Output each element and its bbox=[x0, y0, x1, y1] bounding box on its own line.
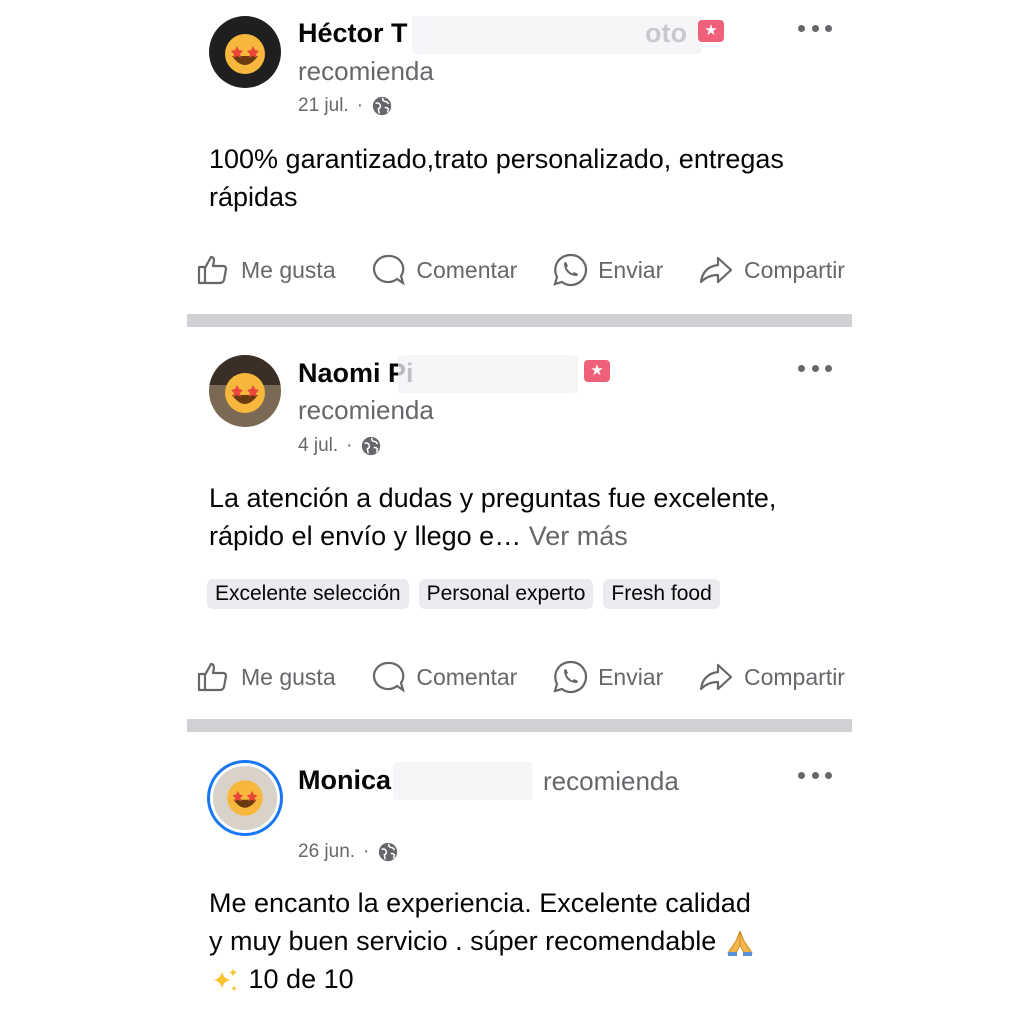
review-text-line-body: 10 de 10 bbox=[248, 964, 354, 994]
more-options-icon[interactable] bbox=[798, 362, 832, 374]
review-text-line: 10 de 10 bbox=[209, 960, 829, 998]
comment-label: Comentar bbox=[416, 663, 518, 690]
send-button[interactable]: Enviar bbox=[552, 659, 663, 695]
review-text-line: y muy buen servicio . súper recomendable bbox=[209, 922, 829, 960]
author-name[interactable]: Monica bbox=[298, 765, 391, 796]
tag-chip[interactable]: Personal experto bbox=[418, 579, 594, 609]
author-name[interactable]: Naomi Pi bbox=[298, 358, 414, 389]
review-post: Naomi Pi ★ recomienda 4 jul. · La atenci… bbox=[187, 327, 852, 719]
author-name-suffix[interactable]: oto bbox=[645, 18, 687, 49]
comment-label: Comentar bbox=[416, 256, 518, 283]
comment-bubble-icon bbox=[373, 254, 406, 286]
author-name[interactable]: Héctor T bbox=[298, 18, 408, 49]
share-button[interactable]: Compartir bbox=[698, 252, 845, 288]
recommends-label: recomienda bbox=[298, 395, 434, 425]
review-text: 100% garantizado,trato personalizado, en… bbox=[209, 144, 784, 212]
share-label: Compartir bbox=[744, 256, 845, 283]
share-label: Compartir bbox=[744, 663, 845, 690]
send-button[interactable]: Enviar bbox=[552, 252, 663, 288]
recommend-star-badge-icon: ★ bbox=[698, 20, 724, 42]
sparkles-emoji bbox=[213, 967, 237, 992]
tag-list: Excelente selección Personal experto Fre… bbox=[207, 579, 720, 609]
like-button[interactable]: Me gusta bbox=[195, 252, 336, 288]
whatsapp-icon bbox=[553, 253, 588, 287]
send-label: Enviar bbox=[598, 256, 664, 283]
comment-button[interactable]: Comentar bbox=[370, 252, 517, 288]
globe-icon bbox=[379, 842, 398, 862]
send-label: Enviar bbox=[598, 663, 664, 690]
avatar[interactable] bbox=[209, 355, 281, 427]
recommends-label: recomienda bbox=[298, 56, 434, 86]
post-meta: 26 jun. · bbox=[298, 841, 399, 863]
more-options-icon[interactable] bbox=[798, 22, 832, 34]
more-options-icon[interactable] bbox=[798, 769, 832, 781]
like-button[interactable]: Me gusta bbox=[195, 659, 336, 695]
action-bar: Me gusta Comentar Enviar Compartir bbox=[195, 657, 845, 697]
tag-chip[interactable]: Fresh food bbox=[603, 579, 720, 609]
post-meta: 21 jul. · bbox=[298, 95, 393, 117]
share-button[interactable]: Compartir bbox=[698, 659, 845, 695]
post-date[interactable]: 21 jul. bbox=[298, 95, 349, 117]
avatar[interactable] bbox=[213, 766, 277, 830]
post-divider bbox=[187, 314, 852, 327]
review-text-line-body: y muy buen servicio . súper recomendable bbox=[209, 926, 717, 956]
review-text: Me encanto la experiencia. Excelente cal… bbox=[209, 884, 829, 998]
recommend-star-badge-icon: ★ bbox=[584, 360, 610, 382]
redacted-name-overlay bbox=[398, 355, 578, 393]
reviews-feed: Héctor T oto ★ recomienda 21 jul. · 100%… bbox=[187, 0, 852, 1024]
dot-separator: · bbox=[363, 841, 370, 862]
post-meta: 4 jul. · bbox=[298, 435, 382, 457]
globe-icon bbox=[372, 96, 392, 116]
like-label: Me gusta bbox=[241, 663, 336, 690]
tag-chip[interactable]: Excelente selección bbox=[207, 579, 409, 609]
review-post: Monica recomienda 26 jun. · Me encanto l… bbox=[187, 732, 852, 1024]
see-more-link[interactable]: Ver más bbox=[529, 521, 628, 551]
action-bar: Me gusta Comentar Enviar Compartir bbox=[195, 250, 845, 290]
thumbs-up-icon bbox=[197, 662, 228, 692]
review-text: La atención a dudas y preguntas fue exce… bbox=[209, 479, 829, 555]
share-arrow-icon bbox=[699, 663, 733, 691]
globe-icon bbox=[362, 436, 381, 456]
share-arrow-icon bbox=[699, 256, 733, 284]
thumbs-up-icon bbox=[197, 255, 228, 285]
dot-separator: · bbox=[346, 435, 353, 456]
post-divider bbox=[187, 719, 852, 732]
review-post: Héctor T oto ★ recomienda 21 jul. · 100%… bbox=[187, 0, 852, 314]
post-date[interactable]: 26 jun. bbox=[298, 841, 355, 863]
review-text-line: Me encanto la experiencia. Excelente cal… bbox=[209, 888, 751, 918]
recommends-label: recomienda bbox=[543, 766, 679, 796]
post-date[interactable]: 4 jul. bbox=[298, 435, 338, 457]
review-text-body: La atención a dudas y preguntas fue exce… bbox=[209, 483, 777, 551]
dot-separator: · bbox=[356, 95, 364, 116]
comment-bubble-icon bbox=[373, 661, 406, 693]
comment-button[interactable]: Comentar bbox=[370, 659, 517, 695]
like-label: Me gusta bbox=[241, 256, 336, 283]
folded-hands-emoji bbox=[726, 930, 753, 956]
redacted-name-overlay bbox=[393, 762, 533, 800]
whatsapp-icon bbox=[553, 660, 588, 694]
avatar[interactable] bbox=[209, 16, 281, 88]
